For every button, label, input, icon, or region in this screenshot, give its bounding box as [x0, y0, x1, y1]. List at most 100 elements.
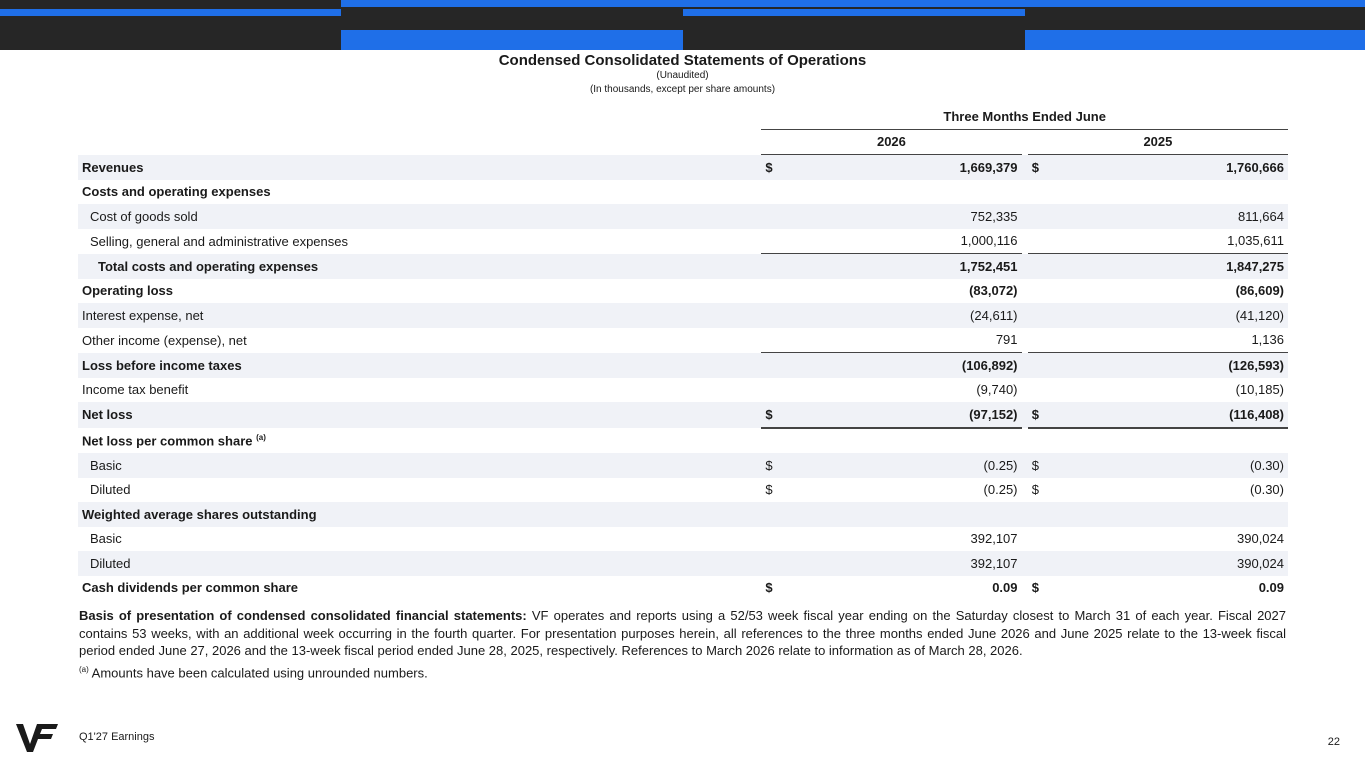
- basis-title: Basis of presentation of condensed conso…: [79, 608, 527, 623]
- row-label: Revenues: [78, 154, 762, 180]
- col-2025-header: 2025: [1027, 129, 1288, 155]
- currency-2026: [761, 428, 777, 454]
- currency-2025: [1027, 253, 1044, 279]
- currency-2026: [761, 551, 778, 576]
- row-label: Diluted: [90, 482, 131, 498]
- value-2026: (106,892): [777, 352, 1022, 378]
- row-label: Income tax benefit: [82, 382, 189, 398]
- statement-title: Condensed Consolidated Statements of Ope…: [498, 52, 867, 69]
- table-row: Cost of goods sold 752,335 811,664: [78, 204, 1288, 229]
- table-row: Basic 392,107 390,024: [78, 527, 1288, 552]
- currency-2025: [1027, 228, 1044, 254]
- basis-note: Basis of presentation of condensed conso…: [79, 607, 1286, 660]
- currency-2025: [1027, 204, 1044, 229]
- value-2026: 752,335: [777, 204, 1022, 229]
- currency-2025: [1028, 527, 1044, 552]
- value-2026: 0.09: [992, 580, 1018, 596]
- table-row: Operating loss (83,072) (86,609): [78, 279, 1288, 304]
- currency-2026: [761, 180, 777, 205]
- value-2025: (86,609): [1235, 283, 1284, 299]
- row-label: Cash dividends per common share: [82, 580, 299, 596]
- table-row: Net loss per common share (a): [78, 428, 1288, 454]
- row-label: Cost of goods sold: [78, 204, 762, 229]
- currency-2025: $: [1027, 453, 1044, 478]
- currency-2025: [1027, 352, 1044, 378]
- currency-2026: [761, 303, 778, 328]
- row-label: Operating loss: [82, 283, 174, 299]
- value-2025: 1,847,275: [1043, 253, 1288, 279]
- row-label: Basic: [90, 531, 122, 547]
- value-2026: (24,611): [777, 303, 1022, 328]
- value-2026: [777, 428, 1021, 454]
- currency-2025: [1027, 502, 1044, 527]
- value-2025: (41,120): [1043, 303, 1288, 328]
- currency-2025: $: [1027, 402, 1044, 429]
- footnote: (a) Amounts have been calculated using u…: [79, 665, 428, 680]
- row-label: Diluted: [78, 551, 762, 576]
- value-2026: (0.25): [983, 482, 1018, 498]
- value-2026: (0.25): [777, 453, 1022, 478]
- value-2025: 1,760,666: [1043, 154, 1288, 180]
- row-label: Interest expense, net: [78, 303, 762, 328]
- table-row: Basic $ (0.25) $ (0.30): [78, 453, 1288, 478]
- table-row: Costs and operating expenses: [78, 180, 1288, 205]
- row-label: Costs and operating expenses: [82, 184, 271, 200]
- currency-2026: [761, 228, 778, 254]
- period-header: Three Months Ended June: [761, 104, 1288, 130]
- row-label: Weighted average shares outstanding: [78, 502, 762, 527]
- value-2025: (10,185): [1235, 382, 1284, 398]
- period-header-row: Three Months Ended June: [78, 104, 1288, 130]
- value-2025: 390,024: [1237, 531, 1284, 547]
- value-2025: (126,593): [1043, 352, 1288, 378]
- table-row: Revenues $1,669,379 $1,760,666: [78, 154, 1288, 180]
- table-row: Diluted 392,107 390,024: [78, 551, 1288, 576]
- value-2026: 392,107: [970, 531, 1018, 547]
- table-row: Loss before income taxes (106,892) (126,59…: [78, 352, 1288, 378]
- currency-2025: [1027, 303, 1044, 328]
- top-banner: [0, 0, 1365, 50]
- currency-2026: [761, 204, 778, 229]
- operations-table: Three Months Ended June 2026 2025 Revenu…: [78, 104, 1288, 600]
- currency-2025: [1028, 279, 1044, 304]
- table-row: Net loss $ (97,152) $ (116,408): [78, 402, 1288, 429]
- currency-2025: [1027, 327, 1044, 353]
- value-2025: 811,664: [1043, 204, 1288, 229]
- value-2025: 390,024: [1043, 551, 1288, 576]
- value-2026: 1,000,116: [777, 228, 1022, 254]
- value-2026: (83,072): [969, 283, 1018, 299]
- currency-2025: [1028, 378, 1044, 403]
- value-2025: 1,035,611: [1043, 228, 1288, 254]
- table-row: Other income (expense), net 791 1,136: [78, 327, 1288, 353]
- row-label: Loss before income taxes: [78, 352, 762, 378]
- footnote-marker: (a): [79, 665, 89, 674]
- footer-label: Q1'27 Earnings: [79, 731, 155, 743]
- table-row: Weighted average shares outstanding: [78, 502, 1288, 527]
- value-2026: 392,107: [777, 551, 1022, 576]
- table-row: Total costs and operating expenses 1,752,…: [78, 253, 1288, 279]
- currency-2025: $: [1031, 482, 1040, 498]
- value-2026: [777, 180, 1021, 205]
- currency-2025: [1028, 428, 1044, 454]
- value-2026: (97,152): [777, 402, 1022, 429]
- currency-2026: [761, 352, 778, 378]
- col-2026-header: 2026: [761, 129, 1022, 155]
- value-2026: (9,740): [976, 382, 1018, 398]
- value-2026: 1,669,379: [777, 154, 1022, 180]
- value-2025: [1044, 180, 1288, 205]
- row-label: Total costs and operating expenses: [78, 253, 762, 279]
- row-label: Selling, general and administrative expe…: [90, 233, 348, 249]
- vf-logo-icon: [16, 722, 58, 759]
- table-row: Selling, general and administrative expe…: [78, 228, 1288, 254]
- table-row: Interest expense, net (24,611) (41,120): [78, 303, 1288, 328]
- table-row: Income tax benefit (9,740) (10,185): [78, 378, 1288, 403]
- value-2025: (116,408): [1043, 402, 1288, 429]
- currency-2025: [1027, 551, 1044, 576]
- currency-2026: [761, 253, 778, 279]
- unaudited-note: (Unaudited): [656, 70, 709, 81]
- currency-2026: [761, 527, 777, 552]
- value-2025: 0.09: [1258, 580, 1284, 596]
- row-label: Other income (expense), net: [82, 332, 247, 348]
- units-note: (In thousands, except per share amounts): [589, 84, 776, 95]
- row-label: Basic: [78, 453, 762, 478]
- value-2025: (0.30): [1043, 453, 1288, 478]
